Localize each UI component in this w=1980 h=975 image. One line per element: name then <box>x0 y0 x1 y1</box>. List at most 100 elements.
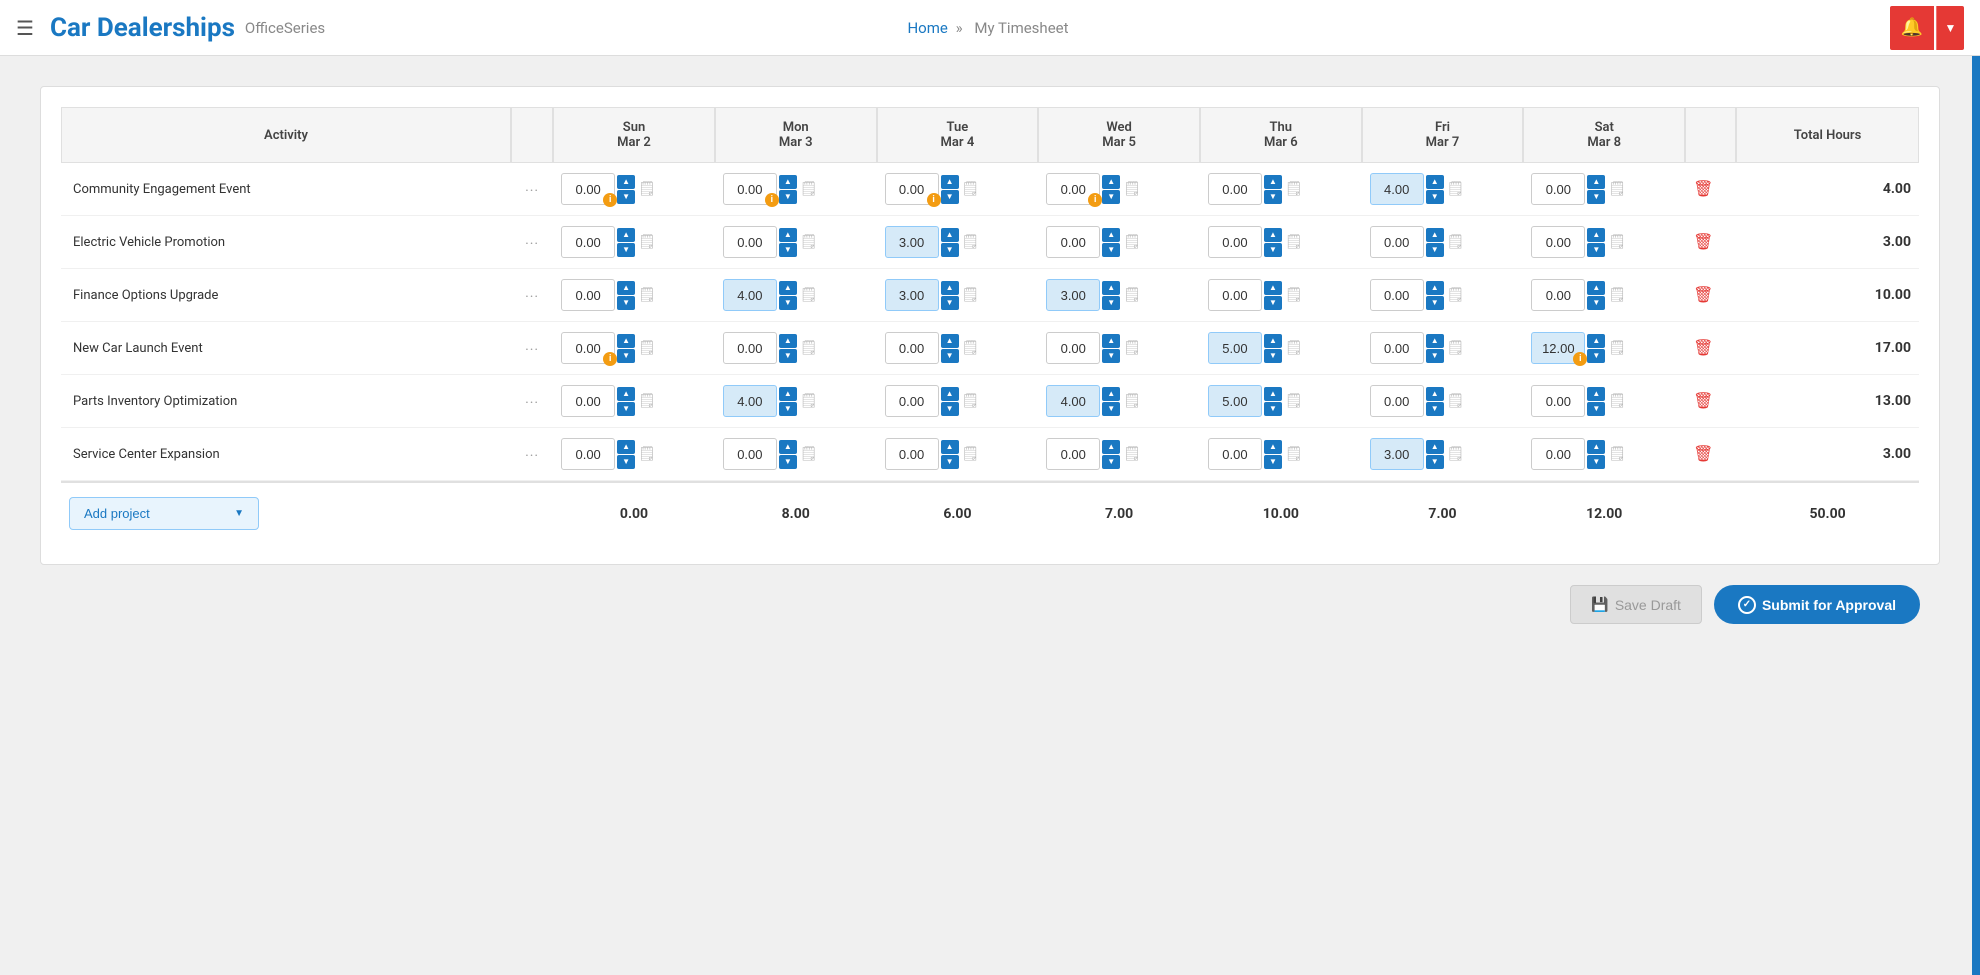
hour-input-mon-row2[interactable] <box>723 279 777 311</box>
spinner-down[interactable]: ▼ <box>1426 243 1444 257</box>
spinner-up[interactable]: ▲ <box>617 334 635 348</box>
note-icon[interactable]: 🗒 <box>1447 234 1465 250</box>
delete-row-button[interactable]: 🗑 <box>1693 391 1713 411</box>
hour-input-thu-row2[interactable] <box>1208 279 1262 311</box>
note-icon[interactable]: 🗒 <box>1285 446 1303 462</box>
spinner-up[interactable]: ▲ <box>1426 281 1444 295</box>
spinner-down[interactable]: ▼ <box>1426 296 1444 310</box>
spinner-down[interactable]: ▼ <box>1587 190 1605 204</box>
note-icon[interactable]: 🗒 <box>1123 393 1141 409</box>
spinner-down[interactable]: ▼ <box>941 402 959 416</box>
hour-input-sat-row4[interactable] <box>1531 385 1585 417</box>
hour-input-sat-row5[interactable] <box>1531 438 1585 470</box>
spinner-down[interactable]: ▼ <box>1264 243 1282 257</box>
note-icon[interactable]: 🗒 <box>800 234 818 250</box>
spinner-down[interactable]: ▼ <box>617 296 635 310</box>
spinner-up[interactable]: ▲ <box>1264 440 1282 454</box>
spinner-up[interactable]: ▲ <box>1102 281 1120 295</box>
spinner-down[interactable]: ▼ <box>617 349 635 363</box>
hour-input-mon-row1[interactable] <box>723 226 777 258</box>
hour-input-sat-row1[interactable] <box>1531 226 1585 258</box>
note-icon[interactable]: 🗒 <box>1285 287 1303 303</box>
spinner-up[interactable]: ▲ <box>779 334 797 348</box>
note-icon[interactable]: 🗒 <box>1285 234 1303 250</box>
spinner-up[interactable]: ▲ <box>1587 387 1605 401</box>
spinner-up[interactable]: ▲ <box>617 228 635 242</box>
submit-approval-button[interactable]: ✓ Submit for Approval <box>1714 585 1920 624</box>
note-icon[interactable]: 🗒 <box>800 287 818 303</box>
note-icon[interactable]: 🗒 <box>638 234 656 250</box>
spinner-down[interactable]: ▼ <box>779 349 797 363</box>
spinner-up[interactable]: ▲ <box>1587 440 1605 454</box>
note-icon[interactable]: 🗒 <box>1285 340 1303 356</box>
note-icon[interactable]: 🗒 <box>638 181 656 197</box>
note-icon[interactable]: 🗒 <box>800 446 818 462</box>
spinner-down[interactable]: ▼ <box>1264 455 1282 469</box>
note-icon[interactable]: 🗒 <box>1123 287 1141 303</box>
spinner-down[interactable]: ▼ <box>1264 402 1282 416</box>
spinner-down[interactable]: ▼ <box>941 455 959 469</box>
hour-input-tue-row2[interactable] <box>885 279 939 311</box>
spinner-up[interactable]: ▲ <box>1426 228 1444 242</box>
spinner-up[interactable]: ▲ <box>1264 228 1282 242</box>
spinner-down[interactable]: ▼ <box>1102 455 1120 469</box>
nav-home[interactable]: Home <box>907 19 947 37</box>
spinner-up[interactable]: ▲ <box>1587 175 1605 189</box>
spinner-up[interactable]: ▲ <box>1587 334 1605 348</box>
spinner-down[interactable]: ▼ <box>1102 243 1120 257</box>
spinner-down[interactable]: ▼ <box>617 402 635 416</box>
spinner-up[interactable]: ▲ <box>617 281 635 295</box>
spinner-up[interactable]: ▲ <box>1587 281 1605 295</box>
spinner-up[interactable]: ▲ <box>941 440 959 454</box>
hour-input-sun-row1[interactable] <box>561 226 615 258</box>
spinner-down[interactable]: ▼ <box>941 190 959 204</box>
spinner-up[interactable]: ▲ <box>1426 334 1444 348</box>
notification-bell-button[interactable]: 🔔 <box>1890 6 1934 50</box>
hour-input-tue-row5[interactable] <box>885 438 939 470</box>
spinner-up[interactable]: ▲ <box>941 334 959 348</box>
hour-input-thu-row0[interactable] <box>1208 173 1262 205</box>
note-icon[interactable]: 🗒 <box>1608 446 1626 462</box>
row-menu-button[interactable]: ··· <box>525 289 539 305</box>
spinner-up[interactable]: ▲ <box>617 387 635 401</box>
spinner-down[interactable]: ▼ <box>617 190 635 204</box>
note-icon[interactable]: 🗒 <box>1123 181 1141 197</box>
spinner-down[interactable]: ▼ <box>1264 190 1282 204</box>
hour-input-sat-row2[interactable] <box>1531 279 1585 311</box>
spinner-up[interactable]: ▲ <box>1102 228 1120 242</box>
hour-input-fri-row5[interactable] <box>1370 438 1424 470</box>
spinner-up[interactable]: ▲ <box>1102 175 1120 189</box>
hour-input-thu-row5[interactable] <box>1208 438 1262 470</box>
spinner-down[interactable]: ▼ <box>779 243 797 257</box>
note-icon[interactable]: 🗒 <box>638 287 656 303</box>
note-icon[interactable]: 🗒 <box>962 234 980 250</box>
hour-input-fri-row3[interactable] <box>1370 332 1424 364</box>
spinner-up[interactable]: ▲ <box>617 440 635 454</box>
note-icon[interactable]: 🗒 <box>638 446 656 462</box>
spinner-down[interactable]: ▼ <box>1426 455 1444 469</box>
spinner-down[interactable]: ▼ <box>779 296 797 310</box>
note-icon[interactable]: 🗒 <box>1608 340 1626 356</box>
note-icon[interactable]: 🗒 <box>1123 340 1141 356</box>
hour-input-fri-row4[interactable] <box>1370 385 1424 417</box>
note-icon[interactable]: 🗒 <box>1285 393 1303 409</box>
spinner-down[interactable]: ▼ <box>779 402 797 416</box>
spinner-down[interactable]: ▼ <box>941 243 959 257</box>
hour-input-mon-row4[interactable] <box>723 385 777 417</box>
spinner-up[interactable]: ▲ <box>1587 228 1605 242</box>
note-icon[interactable]: 🗒 <box>962 181 980 197</box>
spinner-down[interactable]: ▼ <box>779 190 797 204</box>
hour-input-wed-row4[interactable] <box>1046 385 1100 417</box>
note-icon[interactable]: 🗒 <box>1608 287 1626 303</box>
hour-input-tue-row3[interactable] <box>885 332 939 364</box>
delete-row-button[interactable]: 🗑 <box>1693 232 1713 252</box>
spinner-up[interactable]: ▲ <box>1102 334 1120 348</box>
spinner-down[interactable]: ▼ <box>1264 296 1282 310</box>
note-icon[interactable]: 🗒 <box>800 393 818 409</box>
delete-row-button[interactable]: 🗑 <box>1693 285 1713 305</box>
note-icon[interactable]: 🗒 <box>1285 181 1303 197</box>
hour-input-thu-row3[interactable] <box>1208 332 1262 364</box>
hour-input-fri-row1[interactable] <box>1370 226 1424 258</box>
hour-input-sun-row2[interactable] <box>561 279 615 311</box>
spinner-down[interactable]: ▼ <box>1587 243 1605 257</box>
